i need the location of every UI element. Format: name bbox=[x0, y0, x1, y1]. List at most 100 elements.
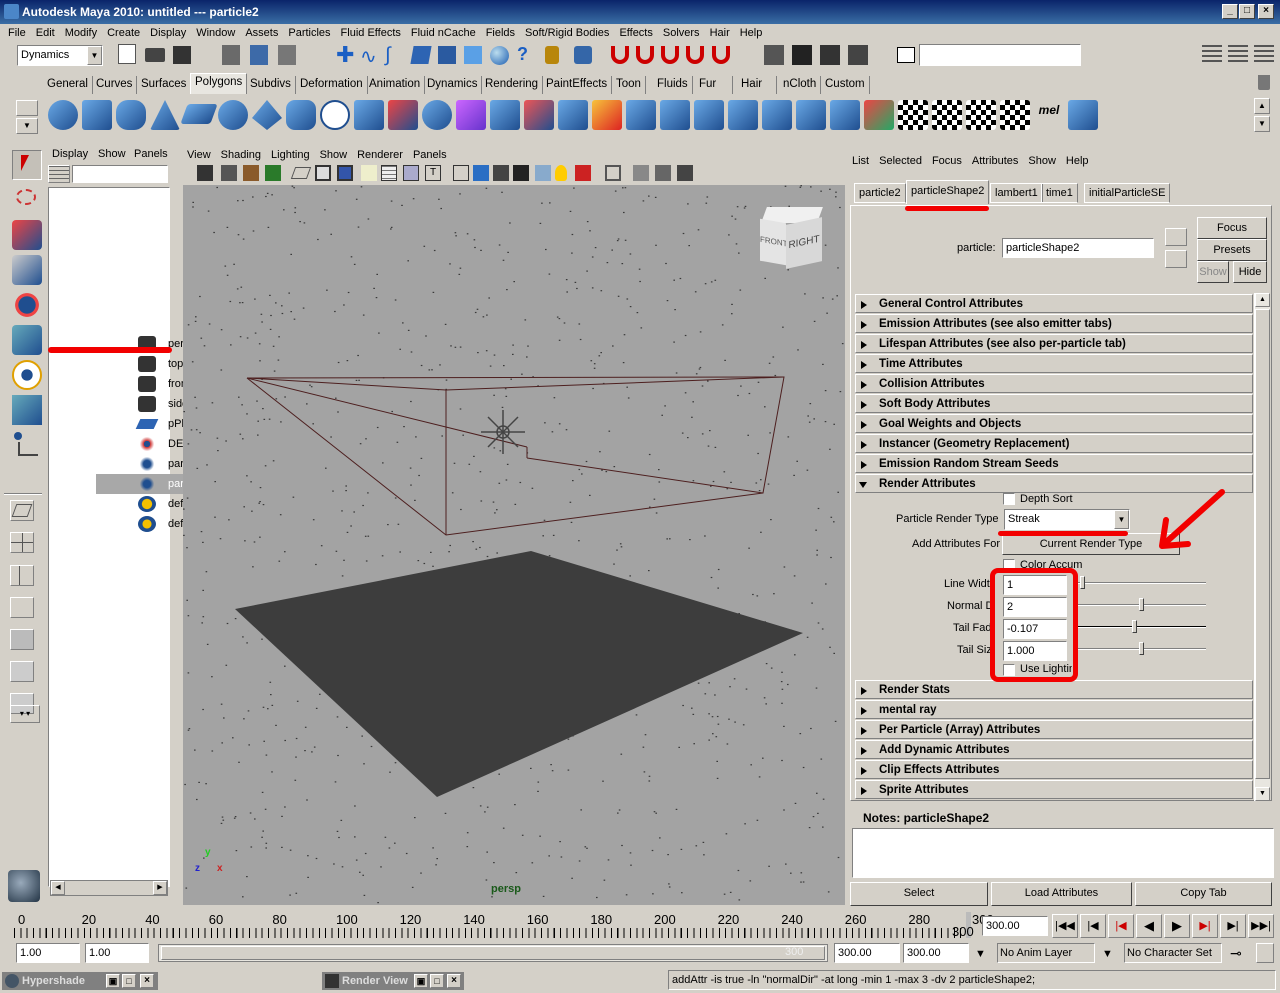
close-icon[interactable]: × bbox=[447, 974, 461, 988]
gate-mask-icon[interactable] bbox=[361, 165, 377, 181]
field-chart-icon[interactable] bbox=[381, 165, 397, 181]
smooth-shade-icon[interactable] bbox=[473, 165, 489, 181]
magnet3-icon[interactable] bbox=[661, 46, 679, 64]
section-instancer[interactable]: Instancer (Geometry Replacement) bbox=[855, 434, 1253, 453]
safe-title-icon[interactable]: T bbox=[425, 165, 441, 181]
film-gate-icon[interactable] bbox=[315, 165, 331, 181]
shelf-arrow-button[interactable]: ▼ bbox=[16, 118, 38, 134]
ae-tab-lambert1[interactable]: lambert1 bbox=[990, 183, 1043, 203]
hide-button[interactable]: Hide bbox=[1233, 261, 1267, 283]
shadows-icon[interactable] bbox=[575, 165, 591, 181]
tail-size-knob[interactable] bbox=[1139, 642, 1144, 655]
close-icon[interactable]: × bbox=[140, 974, 154, 988]
section-mental-ray[interactable]: mental ray bbox=[855, 700, 1253, 719]
ae-tab-time1[interactable]: time1 bbox=[1041, 183, 1078, 203]
tail-fade-slider[interactable] bbox=[1076, 620, 1206, 633]
outliner-menu-display[interactable]: Display bbox=[52, 148, 88, 160]
magnet4-icon[interactable] bbox=[686, 46, 704, 64]
poly-cube-icon[interactable] bbox=[82, 100, 112, 130]
maximize-icon[interactable]: □ bbox=[122, 974, 136, 988]
shaded-wire-icon[interactable] bbox=[493, 165, 509, 181]
select-hierarchy-icon[interactable] bbox=[222, 45, 240, 65]
render-view-icon[interactable] bbox=[764, 45, 784, 65]
snap-grid-icon[interactable]: ✚ bbox=[336, 44, 354, 66]
section-add-dynamic[interactable]: Add Dynamic Attributes bbox=[855, 740, 1253, 759]
ae-menu-show[interactable]: Show bbox=[1028, 155, 1056, 167]
boolean-icon[interactable] bbox=[422, 100, 452, 130]
menu-create[interactable]: Create bbox=[107, 27, 140, 39]
section-collision[interactable]: Collision Attributes bbox=[855, 374, 1253, 393]
menu-file[interactable]: File bbox=[8, 27, 26, 39]
xray-icon[interactable] bbox=[633, 165, 649, 181]
append-polygon-icon[interactable] bbox=[626, 100, 656, 130]
notes-field[interactable] bbox=[852, 828, 1274, 878]
shelf-scroll-down[interactable]: ▼ bbox=[1254, 116, 1270, 132]
line-width-knob[interactable] bbox=[1080, 576, 1085, 589]
select-tool-icon[interactable] bbox=[12, 150, 42, 180]
ae-load-selected-icon[interactable] bbox=[1165, 228, 1187, 246]
ae-tab-particle2[interactable]: particle2 bbox=[854, 183, 906, 203]
bevel-icon[interactable] bbox=[796, 100, 826, 130]
average-icon[interactable] bbox=[490, 100, 520, 130]
channel-box-toggle-icon[interactable] bbox=[1254, 45, 1274, 65]
restore-icon[interactable]: ▣ bbox=[414, 974, 428, 988]
input-mode-icon[interactable] bbox=[897, 47, 915, 63]
shelf-tab-deformation[interactable]: Deformation bbox=[296, 76, 368, 94]
animation-prefs-icon[interactable] bbox=[1256, 943, 1274, 963]
mirror-icon[interactable] bbox=[524, 100, 554, 130]
save-scene-icon[interactable] bbox=[173, 46, 191, 64]
menu-assets[interactable]: Assets bbox=[245, 27, 278, 39]
manipulator-icon[interactable] bbox=[12, 360, 42, 390]
quick-selection-field[interactable] bbox=[919, 44, 1081, 66]
step-back-key-icon[interactable]: |◀ bbox=[1108, 914, 1134, 938]
shelf-tab-fluids[interactable]: Fluids bbox=[653, 76, 693, 94]
menu-window[interactable]: Window bbox=[196, 27, 235, 39]
shelf-tab-animation[interactable]: Animation bbox=[365, 76, 426, 94]
rotate-tool-icon[interactable] bbox=[12, 290, 42, 320]
depth-sort-checkbox[interactable] bbox=[1003, 493, 1015, 505]
section-lifespan[interactable]: Lifespan Attributes (see also per-partic… bbox=[855, 334, 1253, 353]
vp-menu-show[interactable]: Show bbox=[320, 149, 348, 161]
range-slider-handle[interactable] bbox=[161, 946, 825, 960]
render-settings-icon[interactable] bbox=[848, 45, 868, 65]
restore-icon[interactable]: ▣ bbox=[106, 974, 120, 988]
anim-layer-arrow-icon[interactable]: ▼ bbox=[975, 948, 986, 960]
isolate-icon[interactable] bbox=[605, 165, 621, 181]
tool-settings-toggle-icon[interactable] bbox=[1228, 45, 1248, 65]
last-tool-icon[interactable] bbox=[12, 430, 42, 460]
step-back-icon[interactable]: |◀ bbox=[1080, 914, 1106, 938]
play-back-icon[interactable]: ◀ bbox=[1136, 914, 1162, 938]
current-time-field[interactable]: 300.00 bbox=[982, 916, 1048, 936]
copy-tab-button[interactable]: Copy Tab bbox=[1135, 882, 1272, 906]
magnet2-icon[interactable] bbox=[636, 46, 654, 64]
normal-dir-slider[interactable] bbox=[1076, 598, 1206, 611]
range-slider[interactable]: 300 bbox=[158, 944, 828, 962]
menu-edit[interactable]: Edit bbox=[36, 27, 55, 39]
magnet-icon[interactable] bbox=[611, 46, 629, 64]
grid-icon[interactable] bbox=[290, 167, 312, 179]
vp-menu-view[interactable]: View bbox=[187, 149, 211, 161]
custom-shelf-icon[interactable] bbox=[1068, 100, 1098, 130]
presets-button[interactable]: Presets bbox=[1197, 239, 1267, 261]
menu-soft-rigid[interactable]: Soft/Rigid Bodies bbox=[525, 27, 609, 39]
section-general-control[interactable]: General Control Attributes bbox=[855, 294, 1253, 313]
shelf-tab-painteffects[interactable]: PaintEffects bbox=[542, 76, 613, 94]
vp-menu-renderer[interactable]: Renderer bbox=[357, 149, 403, 161]
shelf-tab-general[interactable]: General bbox=[43, 76, 93, 94]
ae-menu-selected[interactable]: Selected bbox=[879, 155, 922, 167]
vp-menu-lighting[interactable]: Lighting bbox=[271, 149, 310, 161]
extrude-icon[interactable] bbox=[660, 100, 690, 130]
layout-outliner-icon[interactable] bbox=[10, 661, 34, 682]
menuset-dropdown[interactable]: Dynamics ▼ bbox=[17, 45, 103, 66]
collapse-icon[interactable] bbox=[864, 100, 894, 130]
minimized-hypershade[interactable]: Hypershade ▣ □ × bbox=[2, 972, 158, 990]
poly-soccer-icon[interactable] bbox=[320, 100, 350, 130]
goto-start-icon[interactable]: |◀◀ bbox=[1052, 914, 1078, 938]
start-time-field[interactable]: 1.00 bbox=[16, 943, 80, 963]
textured-icon[interactable] bbox=[513, 165, 529, 181]
ae-menu-attributes[interactable]: Attributes bbox=[972, 155, 1018, 167]
uv-layout-icon[interactable] bbox=[966, 100, 996, 130]
menu-fields[interactable]: Fields bbox=[486, 27, 515, 39]
vp-menu-shading[interactable]: Shading bbox=[221, 149, 261, 161]
create-polygon-icon[interactable] bbox=[592, 100, 622, 130]
